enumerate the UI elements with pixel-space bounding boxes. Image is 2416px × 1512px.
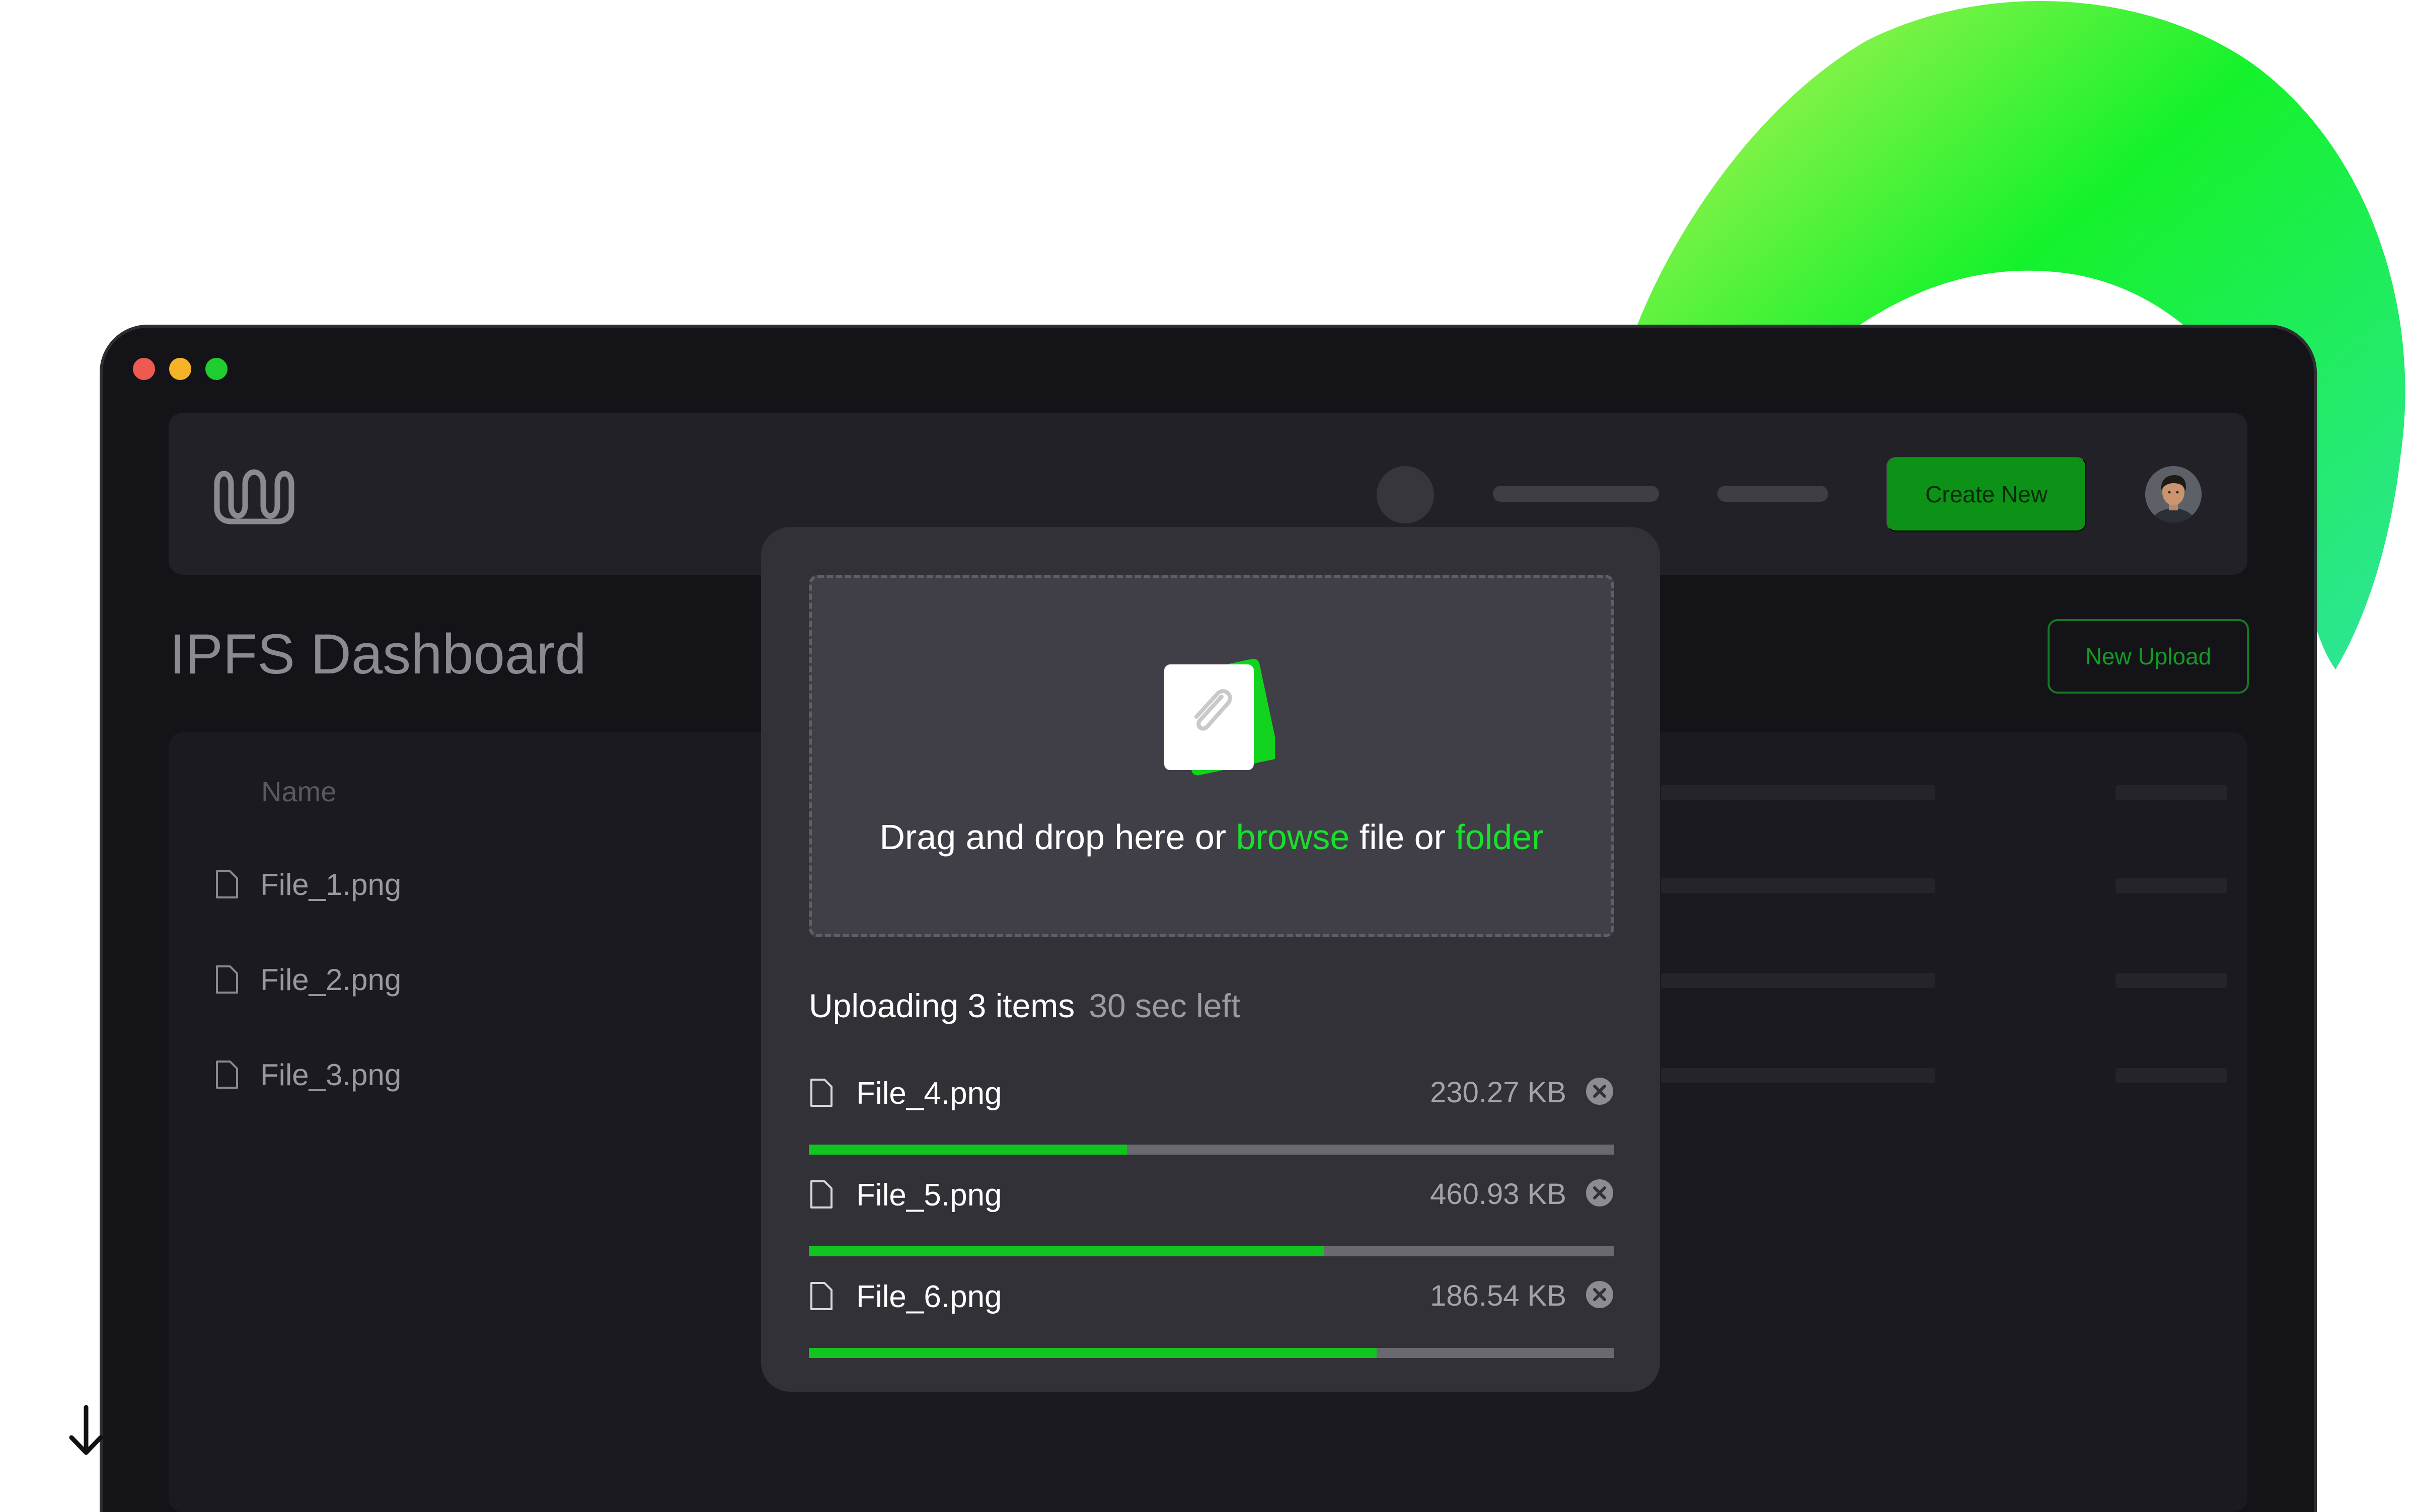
arrow-down-icon[interactable] xyxy=(67,1405,105,1456)
upload-progress-fill xyxy=(809,1145,1127,1155)
placeholder-cell xyxy=(1661,785,1935,800)
file-icon xyxy=(810,1079,833,1107)
upload-progress-track xyxy=(809,1246,1614,1256)
table-row[interactable]: File_3.png xyxy=(215,1054,401,1095)
placeholder-cell xyxy=(1661,973,1935,988)
upload-eta: 30 sec left xyxy=(1089,987,1241,1024)
new-upload-button[interactable]: New Upload xyxy=(2048,619,2249,694)
upload-status: Uploading 3 items 30 sec left xyxy=(809,987,1240,1025)
upload-file-size: 186.54 KB xyxy=(1430,1279,1566,1312)
file-icon xyxy=(216,965,238,994)
page-title: IPFS Dashboard xyxy=(170,623,586,686)
window-maximize-button[interactable] xyxy=(205,358,228,380)
upload-progress-track xyxy=(809,1348,1614,1358)
upload-count: Uploading 3 items xyxy=(809,987,1075,1024)
upload-progress-fill xyxy=(809,1348,1377,1358)
stage: Create New IPFS Dashboard New Upload Nam… xyxy=(0,0,2416,1512)
dropzone-text-pre: Drag and drop here or xyxy=(879,817,1236,857)
upload-modal: Drag and drop here or browse file or fol… xyxy=(761,527,1660,1392)
attachment-icon xyxy=(1164,658,1275,776)
placeholder-cell xyxy=(1661,878,1935,893)
upload-file-name: File_4.png xyxy=(856,1076,1002,1111)
file-icon xyxy=(810,1180,833,1208)
upload-progress-track xyxy=(809,1145,1614,1155)
upload-progress-fill xyxy=(809,1246,1324,1256)
placeholder-cell xyxy=(2116,878,2227,893)
dropzone[interactable]: Drag and drop here or browse file or fol… xyxy=(809,575,1614,937)
column-header-name[interactable]: Name xyxy=(261,775,336,808)
dropzone-text-mid: file or xyxy=(1349,817,1456,857)
file-icon xyxy=(216,870,238,898)
upload-item: File_4.png 230.27 KB xyxy=(809,1076,1614,1176)
avatar[interactable] xyxy=(2145,466,2202,522)
folder-link[interactable]: folder xyxy=(1455,817,1543,857)
window-close-button[interactable] xyxy=(133,358,155,380)
table-row[interactable]: File_2.png xyxy=(215,959,401,1000)
user-avatar-icon xyxy=(2145,466,2202,522)
placeholder-cell xyxy=(2116,785,2227,800)
upload-item: File_6.png 186.54 KB xyxy=(809,1279,1614,1380)
browse-link[interactable]: browse xyxy=(1236,817,1350,857)
placeholder-cell xyxy=(2116,973,2227,988)
nav-placeholder-link xyxy=(1493,486,1659,502)
nav-placeholder-circle xyxy=(1377,466,1434,523)
upload-item: File_5.png 460.93 KB xyxy=(809,1177,1614,1278)
upload-file-size: 460.93 KB xyxy=(1430,1178,1566,1211)
upload-file-size: 230.27 KB xyxy=(1430,1076,1566,1109)
file-name: File_1.png xyxy=(260,867,402,901)
nav-placeholder-link xyxy=(1717,486,1828,502)
window-minimize-button[interactable] xyxy=(169,358,191,380)
placeholder-cell xyxy=(1661,1068,1935,1083)
table-row[interactable]: File_1.png xyxy=(215,864,401,904)
placeholder-cell xyxy=(2116,1068,2227,1083)
close-circle-icon[interactable] xyxy=(1585,1077,1614,1106)
file-name: File_2.png xyxy=(260,962,402,997)
dropzone-instructions: Drag and drop here or browse file or fol… xyxy=(812,817,1611,857)
upload-file-name: File_6.png xyxy=(856,1279,1002,1314)
file-icon xyxy=(810,1282,833,1310)
upload-file-name: File_5.png xyxy=(856,1178,1002,1213)
logo-icon[interactable] xyxy=(210,460,298,526)
close-circle-icon[interactable] xyxy=(1585,1280,1614,1309)
close-circle-icon[interactable] xyxy=(1585,1178,1614,1207)
create-new-button[interactable]: Create New xyxy=(1886,457,2086,532)
file-icon xyxy=(216,1061,238,1089)
file-name: File_3.png xyxy=(260,1057,402,1092)
